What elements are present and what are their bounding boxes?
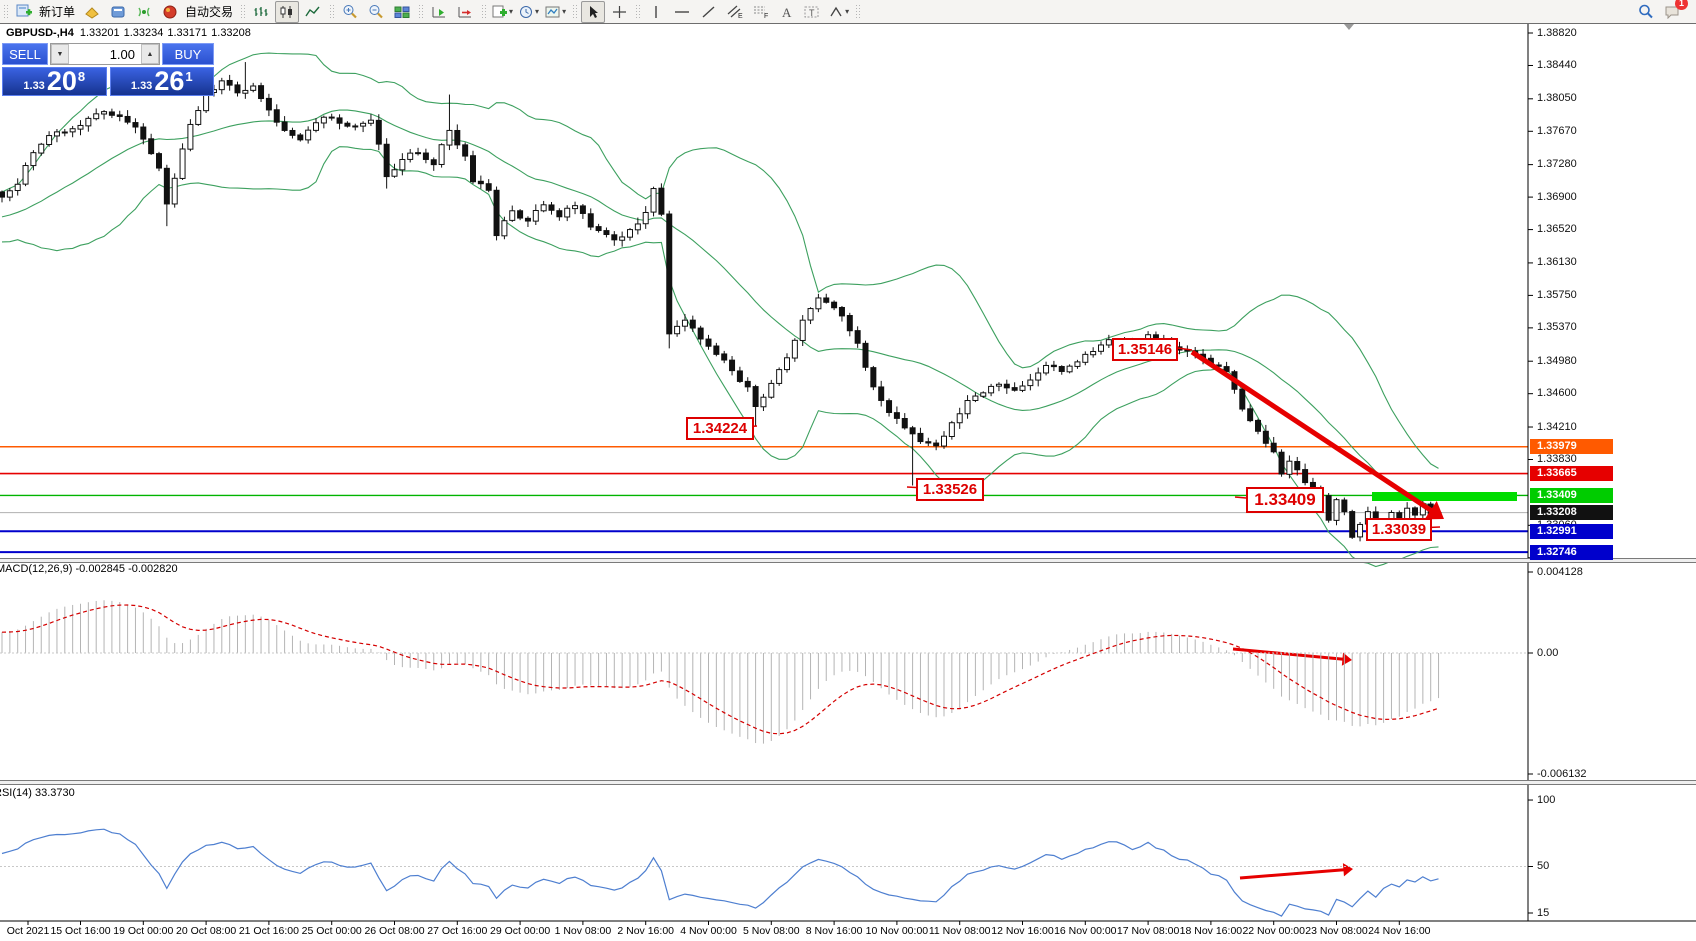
tile-windows-button[interactable] [390,1,414,23]
price-callout[interactable]: 1.34224 [686,417,754,440]
templates-button[interactable]: ▾ [543,1,568,23]
bid-price-major: 1.33 [23,80,44,92]
ask-price-point: 1 [185,69,192,84]
toolbar-grip [329,4,334,20]
bid-price-point: 8 [78,69,85,84]
notification-count-badge: 1 [1675,0,1688,10]
price-callout[interactable]: 1.33409 [1246,487,1324,513]
toolbar-grip [481,4,486,20]
cursor-button[interactable] [581,1,605,23]
ask-price-display[interactable]: 1.33 26 1 [110,67,215,96]
chart-shift-button[interactable] [453,1,477,23]
svg-text:T: T [809,8,815,18]
bar-chart-button[interactable] [249,1,273,23]
ask-price-major: 1.33 [131,80,152,92]
bid-price-display[interactable]: 1.33 20 8 [2,67,107,96]
svg-text:F: F [764,13,768,19]
zoom-in-button[interactable] [338,1,362,23]
sell-button[interactable]: SELL [2,43,48,65]
toolbar-grip [3,4,8,20]
open-value: 1.33201 [80,27,120,39]
fibonacci-button[interactable]: F [748,1,772,23]
chevron-down-icon: ▾ [562,7,566,16]
price-callout[interactable]: 1.35146 [1112,338,1178,361]
new-order-button[interactable] [12,1,36,23]
signals-icon[interactable] [132,1,156,23]
macd-histogram [2,600,1439,743]
toolbar-grip [418,4,423,20]
search-icon[interactable] [1634,1,1658,23]
terminal-window: 新订单 自动交易 [0,0,1696,941]
new-order-label[interactable]: 新订单 [39,3,75,20]
toolbar-grip [855,4,860,20]
macd-trend-arrow-head [1342,653,1352,666]
candles-layer [0,62,1441,541]
macd-indicator-label: MACD(12,26,9) -0.002845 -0.002820 [0,563,178,575]
rsi-trend-arrow-head [1343,863,1353,876]
toolbar: 新订单 自动交易 [0,0,1696,24]
buy-button[interactable]: BUY [162,43,214,65]
toolbar-grip [240,4,245,20]
svg-text:E: E [738,13,743,19]
chevron-down-icon: ▾ [845,7,849,16]
crosshair-button[interactable] [607,1,631,23]
text-button[interactable]: A [774,1,798,23]
line-chart-button[interactable] [301,1,325,23]
svg-text:A: A [782,5,792,19]
chevron-down-icon: ▾ [535,7,539,16]
chart-ohlc-header: GBPUSD-,H4 1.33201 1.332341.33171 1.33208 [6,27,255,39]
toolbar-grip [572,4,577,20]
chart-shift-marker[interactable] [1344,24,1354,30]
price-chart-canvas[interactable] [0,0,1696,941]
candlestick-chart-button[interactable] [275,1,299,23]
bollinger-lower-band [2,147,1439,567]
support-zone-bar[interactable] [1372,492,1517,501]
bid-price-pips: 20 [47,68,77,95]
autotrading-label[interactable]: 自动交易 [185,3,233,20]
rsi-line [2,829,1439,916]
panel-separator[interactable] [0,558,1696,563]
volume-input[interactable] [69,44,141,64]
horizontal-line-button[interactable] [670,1,694,23]
bollinger-middle-band [2,110,1439,508]
periodicity-button[interactable]: ▾ [517,1,541,23]
zoom-out-button[interactable] [364,1,388,23]
arrows-button[interactable]: ▾ [826,1,851,23]
one-click-trading-panel: SELL ▼ ▲ BUY 1.33 20 8 1.33 26 1 [2,43,214,96]
metaeditor-icon[interactable] [106,1,130,23]
notifications-icon[interactable]: 1 [1660,1,1684,23]
close-value: 1.33208 [211,27,251,39]
low-value: 1.33171 [167,27,207,39]
equidistant-channel-button[interactable]: E [722,1,746,23]
vertical-line-button[interactable] [644,1,668,23]
high-value: 1.33234 [124,27,164,39]
auto-scroll-button[interactable] [427,1,451,23]
toolbar-grip [635,4,640,20]
volume-increase-button[interactable]: ▲ [141,44,159,64]
volume-decrease-button[interactable]: ▼ [51,44,69,64]
ask-price-pips: 26 [154,68,184,95]
price-callout[interactable]: 1.33526 [916,478,984,501]
symbol-period-label: GBPUSD-,H4 [6,27,74,39]
chevron-down-icon: ▾ [509,7,513,16]
macd-signal-line [2,605,1439,734]
text-label-button[interactable]: T [800,1,824,23]
new-chart-button[interactable]: ▾ [490,1,515,23]
panel-separator[interactable] [0,780,1696,785]
autotrading-button[interactable] [158,1,182,23]
deposit-icon[interactable] [80,1,104,23]
bollinger-upper-band [2,53,1439,468]
trendline-button[interactable] [696,1,720,23]
price-callout[interactable]: 1.33039 [1366,518,1432,541]
rsi-indicator-label: RSI(14) 33.3730 [0,787,75,799]
rsi-trend-arrow[interactable] [1240,869,1347,878]
